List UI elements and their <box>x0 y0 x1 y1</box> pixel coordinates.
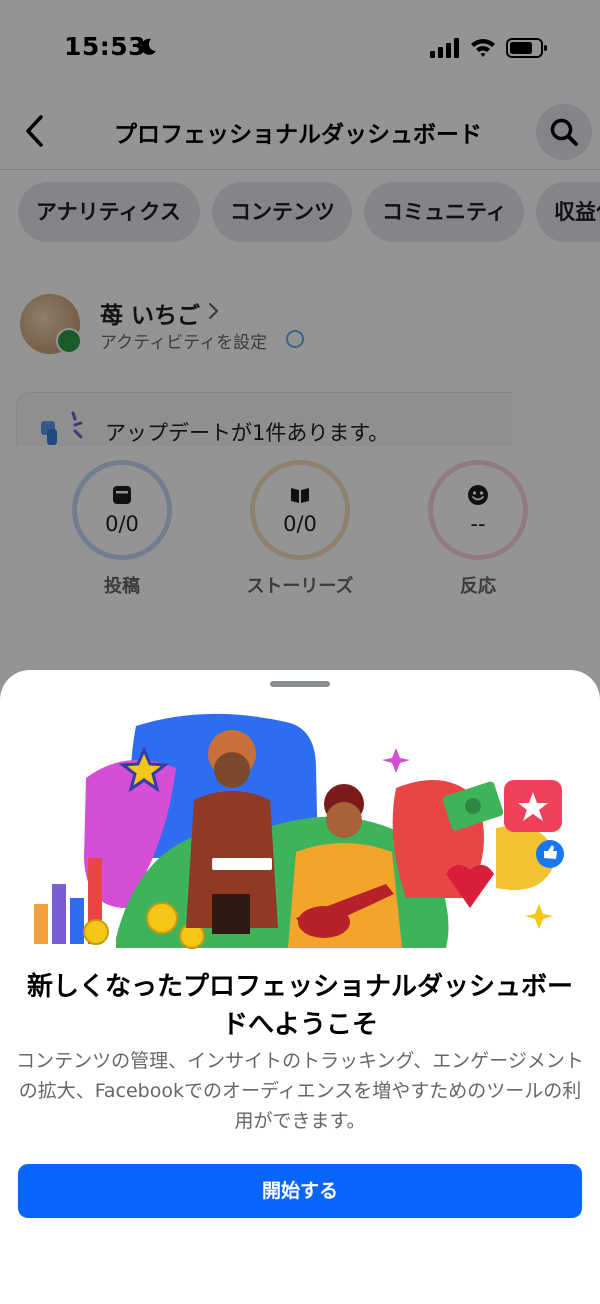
sheet-description: コンテンツの管理、インサイトのトラッキング、エンゲージメントの拡大、Facebo… <box>16 1050 584 1132</box>
welcome-illustration <box>34 713 564 949</box>
sheet-title: 新しくなったプロフェッショナルダッシュボードへようこそ <box>26 972 573 1040</box>
welcome-bottom-sheet: 新しくなったプロフェッショナルダッシュボードへようこそ コンテンツの管理、インサ… <box>0 670 600 1304</box>
start-button[interactable]: 開始する <box>18 1164 582 1218</box>
drag-handle[interactable] <box>270 681 330 687</box>
